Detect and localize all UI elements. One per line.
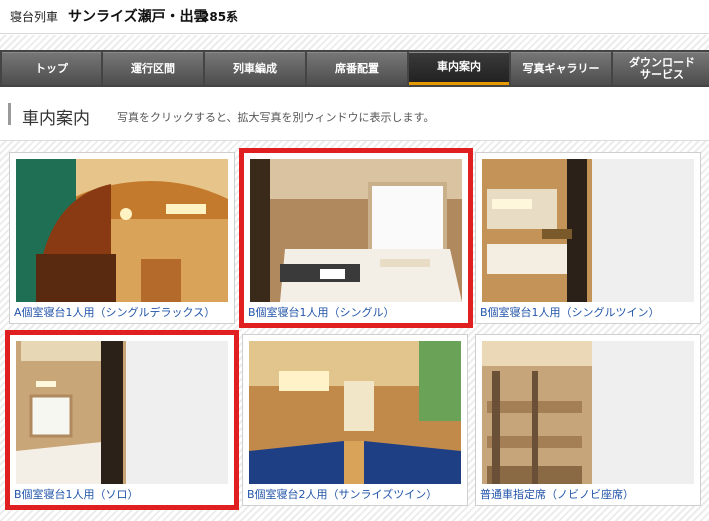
main-nav: トップ 運行区間 列車編成 席番配置 車内案内 写真ギャラリー ダウンロード サ… bbox=[0, 50, 709, 87]
page-title-bar: 車内案内 写真をクリックすると、拡大写真を別ウィンドウに表示します。 bbox=[0, 87, 709, 141]
room-photo[interactable] bbox=[250, 159, 462, 302]
room-photo[interactable] bbox=[16, 159, 228, 302]
gallery-caption[interactable]: 普通車指定席（ノビノビ座席） bbox=[480, 486, 634, 502]
site-header: 寝台列車 サンライズ瀬戸・出雲 285系 bbox=[0, 0, 709, 34]
gallery-card-b-solo[interactable]: B個室寝台1人用（ソロ） bbox=[5, 330, 239, 510]
gallery-card-b-single-twin[interactable]: B個室寝台1人用（シングルツイン） bbox=[475, 152, 701, 324]
title-marker bbox=[8, 103, 11, 125]
decorative-stripe bbox=[0, 35, 709, 50]
nav-item-car-guide[interactable]: 車内案内 bbox=[409, 52, 509, 85]
room-photo[interactable] bbox=[482, 159, 694, 302]
header-series: 285系 bbox=[201, 10, 239, 24]
nav-item-photo-gallery[interactable]: 写真ギャラリー bbox=[511, 52, 611, 85]
gallery-caption[interactable]: B個室寝台1人用（シングル） bbox=[248, 304, 395, 320]
nav-label: 列車編成 bbox=[233, 61, 277, 75]
gallery-card-nobinobi-seat[interactable]: 普通車指定席（ノビノビ座席） bbox=[475, 334, 701, 506]
page-title: 車内案内 bbox=[22, 109, 90, 129]
gallery-card-b-single[interactable]: B個室寝台1人用（シングル） bbox=[239, 148, 473, 328]
header-train-name: サンライズ瀬戸・出雲 bbox=[68, 9, 208, 25]
gallery-caption[interactable]: A個室寝台1人用（シングルデラックス） bbox=[14, 304, 215, 320]
gallery: A個室寝台1人用（シングルデラックス） B個室寝台1人用（シングル） B個室寝台… bbox=[0, 141, 709, 521]
nav-item-formation[interactable]: 列車編成 bbox=[205, 52, 305, 85]
gallery-card-b-sunrise-twin[interactable]: B個室寝台2人用（サンライズツイン） bbox=[242, 334, 468, 506]
nav-label: トップ bbox=[35, 61, 68, 75]
room-photo[interactable] bbox=[16, 341, 228, 484]
gallery-caption[interactable]: B個室寝台1人用（ソロ） bbox=[14, 486, 139, 502]
header-category: 寝台列車 bbox=[10, 10, 59, 24]
nav-label: 車内案内 bbox=[437, 60, 481, 74]
nav-item-top[interactable]: トップ bbox=[2, 52, 101, 85]
nav-label: 席番配置 bbox=[335, 61, 379, 75]
nav-label: 写真ギャラリー bbox=[522, 61, 600, 75]
nav-item-seat-map[interactable]: 席番配置 bbox=[307, 52, 407, 85]
nav-item-route[interactable]: 運行区間 bbox=[103, 52, 203, 85]
gallery-caption[interactable]: B個室寝台1人用（シングルツイン） bbox=[480, 304, 660, 320]
gallery-caption[interactable]: B個室寝台2人用（サンライズツイン） bbox=[247, 486, 437, 502]
nav-label: 運行区間 bbox=[131, 61, 175, 75]
gallery-card-a-single-deluxe[interactable]: A個室寝台1人用（シングルデラックス） bbox=[9, 152, 235, 324]
room-photo[interactable] bbox=[249, 341, 461, 484]
page-description: 写真をクリックすると、拡大写真を別ウィンドウに表示します。 bbox=[117, 111, 435, 124]
nav-item-download[interactable]: ダウンロード サービス bbox=[613, 52, 709, 85]
room-photo[interactable] bbox=[482, 341, 694, 484]
nav-label: ダウンロード サービス bbox=[629, 55, 695, 81]
